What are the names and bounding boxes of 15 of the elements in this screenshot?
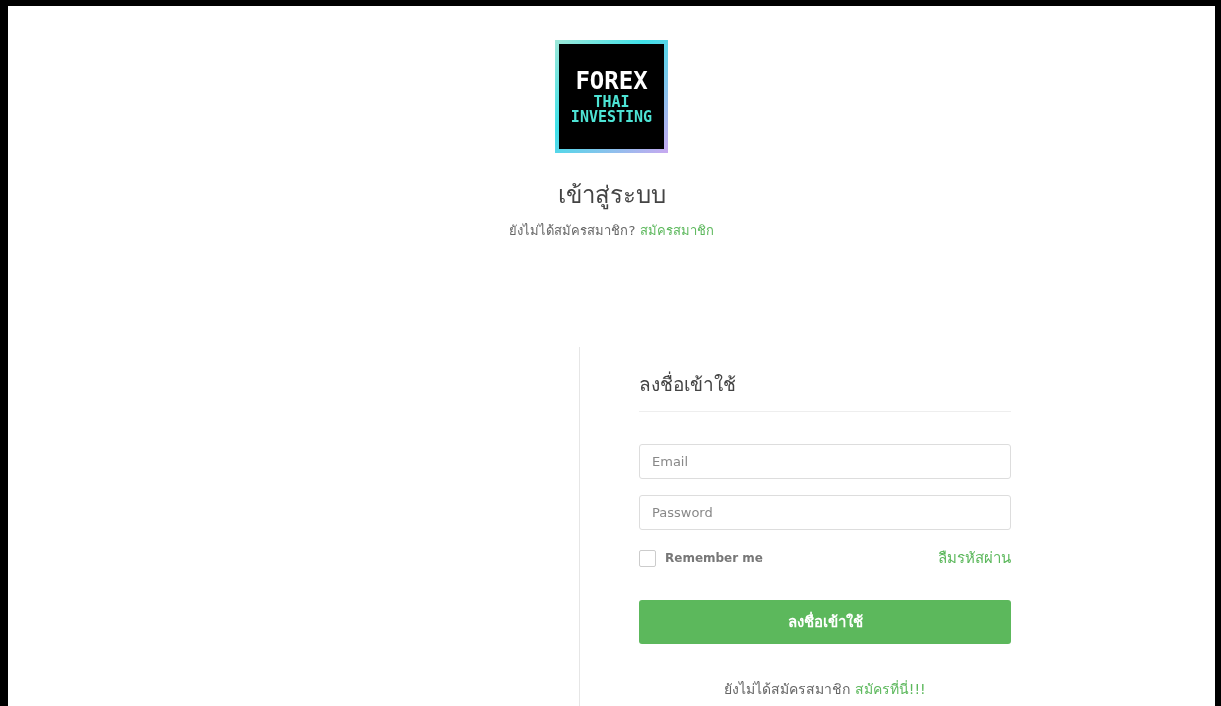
signup-link[interactable]: สมัครสมาชิก — [639, 223, 714, 238]
forgot-password-link[interactable]: ลืมรหัสผ่าน — [938, 546, 1011, 570]
signup-prompt: ยังไม่ได้สมัครสมาชิก? — [509, 223, 636, 238]
signup-link[interactable]: สมัครที่นี่!!! — [854, 681, 926, 697]
input-field[interactable]: Email — [639, 444, 1011, 479]
login-button[interactable]: ลงชื่อเข้าใช้ — [639, 600, 1011, 644]
remember-label: Remember me — [665, 551, 763, 565]
logo-text: FOREX — [575, 68, 648, 93]
logo-text: THAI — [593, 94, 630, 110]
form-heading: ลงชื่อเข้าใช้ — [639, 369, 1011, 412]
page-title: เข้าสู่ระบบ — [557, 180, 666, 212]
remember-checkbox[interactable] — [639, 549, 656, 567]
logo-text: INVESTING — [570, 109, 653, 125]
signup-prompt: ยังไม่ได้สมัครสมาชิก — [724, 681, 851, 697]
input-field[interactable]: Password — [639, 495, 1011, 530]
